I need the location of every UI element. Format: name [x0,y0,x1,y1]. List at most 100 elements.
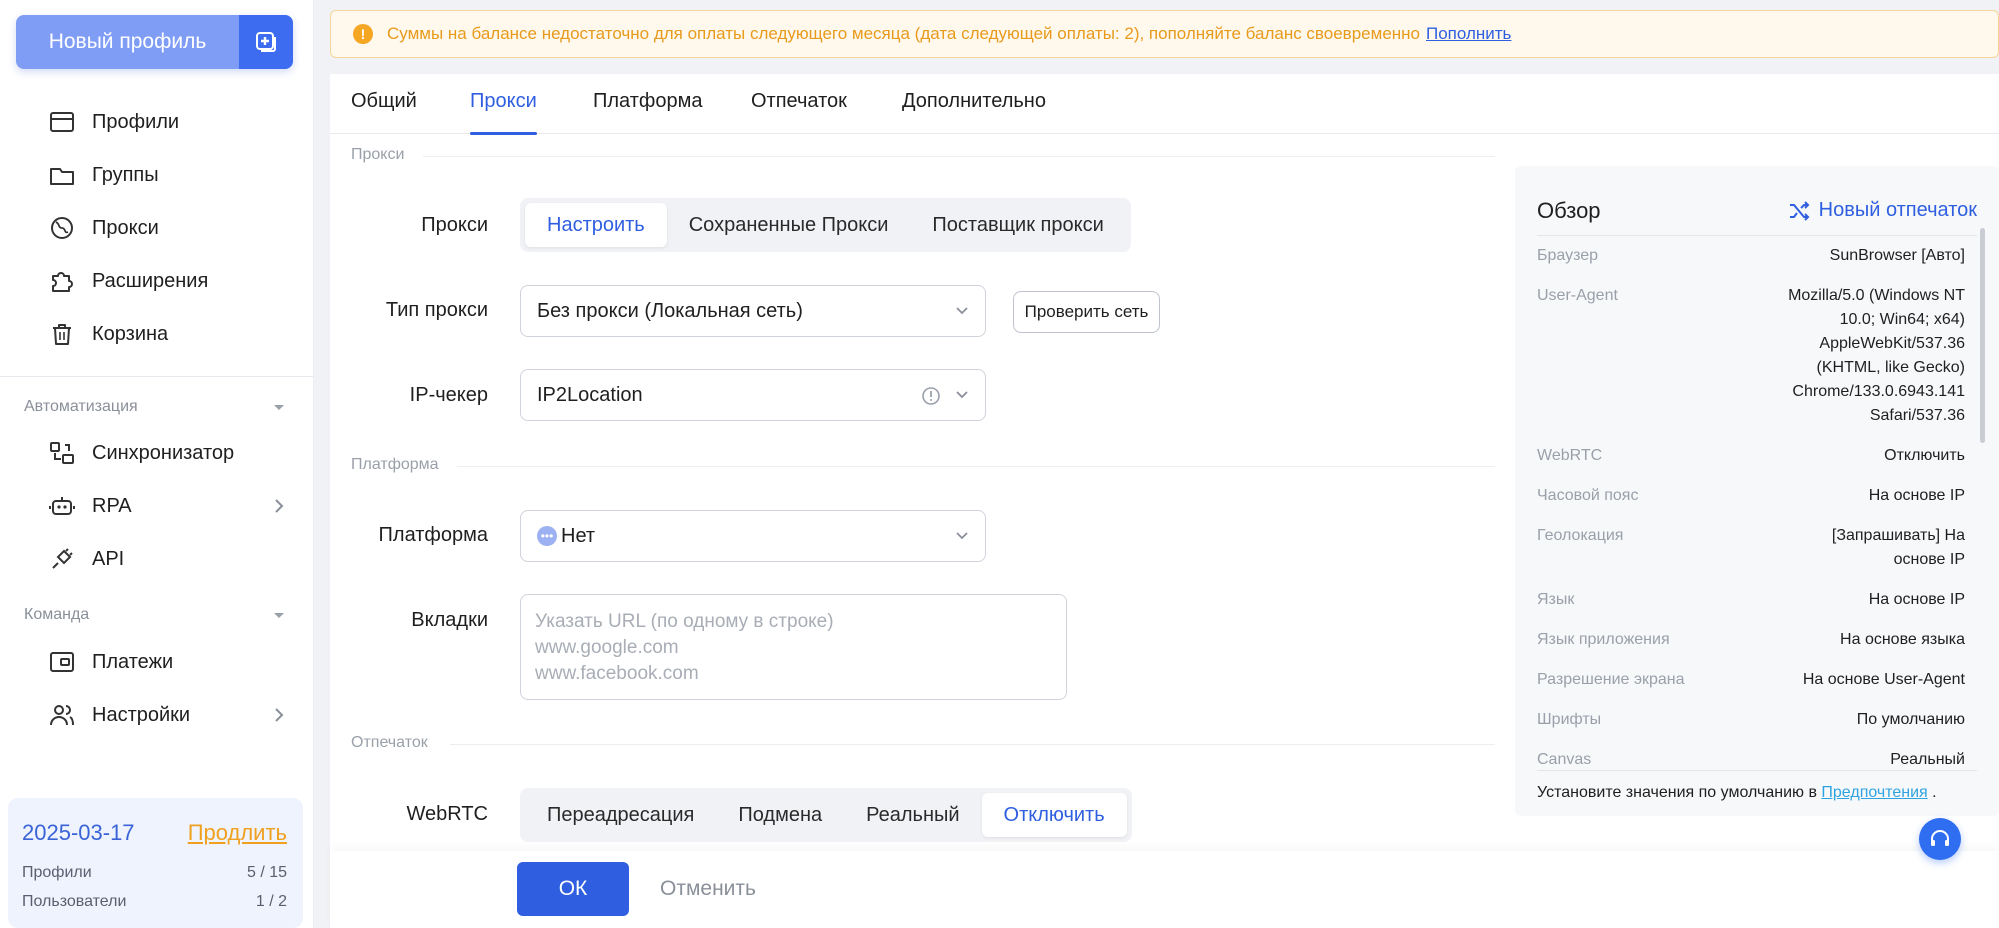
webrtc-option-replace[interactable]: Подмена [716,793,844,837]
proxy-option-provider[interactable]: Поставщик прокси [910,203,1125,247]
sidebar-item-settings[interactable]: Настройки [48,697,288,733]
overview-row-language: Язык На основе IP [1537,588,1965,612]
sidebar-item-label: Прокси [92,216,159,239]
sidebar-item-payments[interactable]: Платежи [48,644,288,680]
sidebar-item-label: Группы [92,163,159,186]
tab-fingerprint[interactable]: Отпечаток [751,90,847,134]
sidebar-item-proxy[interactable]: Прокси [48,210,288,246]
check-network-button[interactable]: Проверить сеть [1013,291,1160,333]
balance-alert: ! Суммы на балансе недостаточно для опла… [330,10,1999,58]
preferences-link[interactable]: Предпочтения [1821,784,1927,801]
sync-icon [50,442,74,464]
sidebar-item-profiles[interactable]: Профили [48,104,288,140]
tab-platform[interactable]: Платформа [593,90,702,134]
overview-footer-text: Установите значения по умолчанию в [1537,784,1817,801]
overview-value: На основе IP [1868,487,1965,504]
overview-key: Разрешение экрана [1537,671,1685,688]
overview-row-user-agent: User-Agent Mozilla/5.0 (Windows NT 10.0;… [1537,284,1965,428]
plan-users-value: 1 / 2 [255,893,287,910]
ip-checker-label: IP-чекер [409,384,488,406]
support-button[interactable] [1919,818,1961,860]
overview-row-app-language: Язык приложения На основе языка [1537,628,1965,652]
proxy-group-title: Прокси [351,146,405,163]
add-profile-icon[interactable] [239,15,293,69]
overview-key: Canvas [1537,751,1592,768]
overview-header: Обзор Новый отпечаток [1537,186,1977,236]
chevron-right-icon [275,499,284,513]
section-team[interactable]: Команда [24,606,286,624]
ip-checker-value: IP2Location [537,383,643,406]
chevron-down-icon [956,391,968,399]
sidebar-item-sync[interactable]: Синхронизатор [48,435,288,471]
tab-general[interactable]: Общий [351,90,417,134]
webrtc-option-disable[interactable]: Отключить [981,793,1127,837]
overview-row-browser: Браузер SunBrowser [Авто] [1537,244,1965,268]
new-fingerprint-button[interactable]: Новый отпечаток [1787,199,1977,223]
overview-key: User-Agent [1537,287,1618,304]
plan-card: 2025-03-17 Продлить Профили 5 / 15 Польз… [8,798,303,928]
shuffle-icon [1789,200,1810,221]
browser-window-icon [50,112,74,132]
placeholder-line: Указать URL (по одному в строке) [535,611,834,632]
section-automation-title: Автоматизация [24,398,138,415]
overview-value: Mozilla/5.0 (Windows NT 10.0; Win64; x64… [1788,287,1965,424]
cancel-button[interactable]: Отменить [660,862,756,916]
trash-icon [53,324,71,345]
section-automation[interactable]: Автоматизация [24,398,286,416]
tab-bar: Общий Прокси Платформа Отпечаток Дополни… [330,74,1999,135]
sidebar-item-rpa[interactable]: RPA [48,488,288,524]
new-profile-button[interactable]: Новый профиль [16,15,293,69]
sidebar-item-label: Корзина [92,322,169,345]
overview-divider [1537,770,1977,771]
globe-icon [51,217,73,239]
ok-button[interactable]: ОК [517,862,629,916]
alert-text: Суммы на балансе недостаточно для оплаты… [387,24,1420,43]
proxy-type-select[interactable]: Без прокси (Локальная сеть) [520,285,986,337]
webrtc-segmented: Переадресация Подмена Реальный Отключить [520,788,1132,842]
plan-profiles-label: Профили [22,864,92,881]
tab-proxy[interactable]: Прокси [470,90,537,135]
more-icon: ••• [537,526,557,546]
overview-footer-end: . [1932,784,1937,801]
fingerprint-group-title: Отпечаток [351,734,428,751]
overview-scrollbar[interactable] [1980,228,1985,443]
webrtc-option-forward[interactable]: Переадресация [525,793,716,837]
proxy-mode-segmented: Настроить Сохраненные Прокси Поставщик п… [520,198,1131,252]
new-profile-label[interactable]: Новый профиль [16,15,239,69]
overview-value: SunBrowser [Авто] [1829,247,1965,264]
chevron-right-icon [275,708,284,722]
proxy-option-configure[interactable]: Настроить [525,203,667,247]
overview-row-fonts: Шрифты По умолчанию [1537,708,1965,732]
folder-icon [50,168,74,185]
sidebar-item-groups[interactable]: Группы [48,157,288,193]
top-up-link[interactable]: Пополнить [1426,24,1511,44]
headset-icon [1931,830,1949,846]
ip-checker-select[interactable]: IP2Location [520,369,986,421]
warning-icon: ! [353,24,373,44]
section-team-title: Команда [24,606,90,623]
platform-select[interactable]: ••• Нет [520,510,986,562]
proxy-option-saved[interactable]: Сохраненные Прокси [667,203,911,247]
extend-plan-link[interactable]: Продлить [188,820,287,846]
plan-profiles-value: 5 / 15 [246,864,287,881]
overview-value: На основе User-Agent [1802,671,1965,688]
webrtc-option-real[interactable]: Реальный [844,793,981,837]
wallet-icon [50,652,74,672]
proxy-label: Прокси [421,214,488,236]
overview-key: Шрифты [1537,711,1602,728]
platform-group-title: Платформа [351,456,439,473]
sidebar-item-label: Настройки [92,703,191,726]
overview-key: Язык приложения [1537,631,1670,648]
overview-value: Реальный [1890,751,1965,768]
overview-row-canvas: Canvas Реальный [1537,748,1965,772]
sidebar-item-api[interactable]: API [48,541,288,577]
caret-down-icon [274,613,284,618]
tab-advanced[interactable]: Дополнительно [902,90,1046,134]
sidebar-item-extensions[interactable]: Расширения [48,263,288,299]
startup-urls-textarea[interactable]: Указать URL (по одному в строке) www.goo… [520,594,1067,700]
sidebar-item-label: Синхронизатор [92,441,235,464]
sidebar-item-trash[interactable]: Корзина [48,316,288,352]
placeholder-line: www.facebook.com [535,663,699,684]
info-icon[interactable] [921,386,941,406]
overview-value: На основе языка [1840,631,1965,648]
